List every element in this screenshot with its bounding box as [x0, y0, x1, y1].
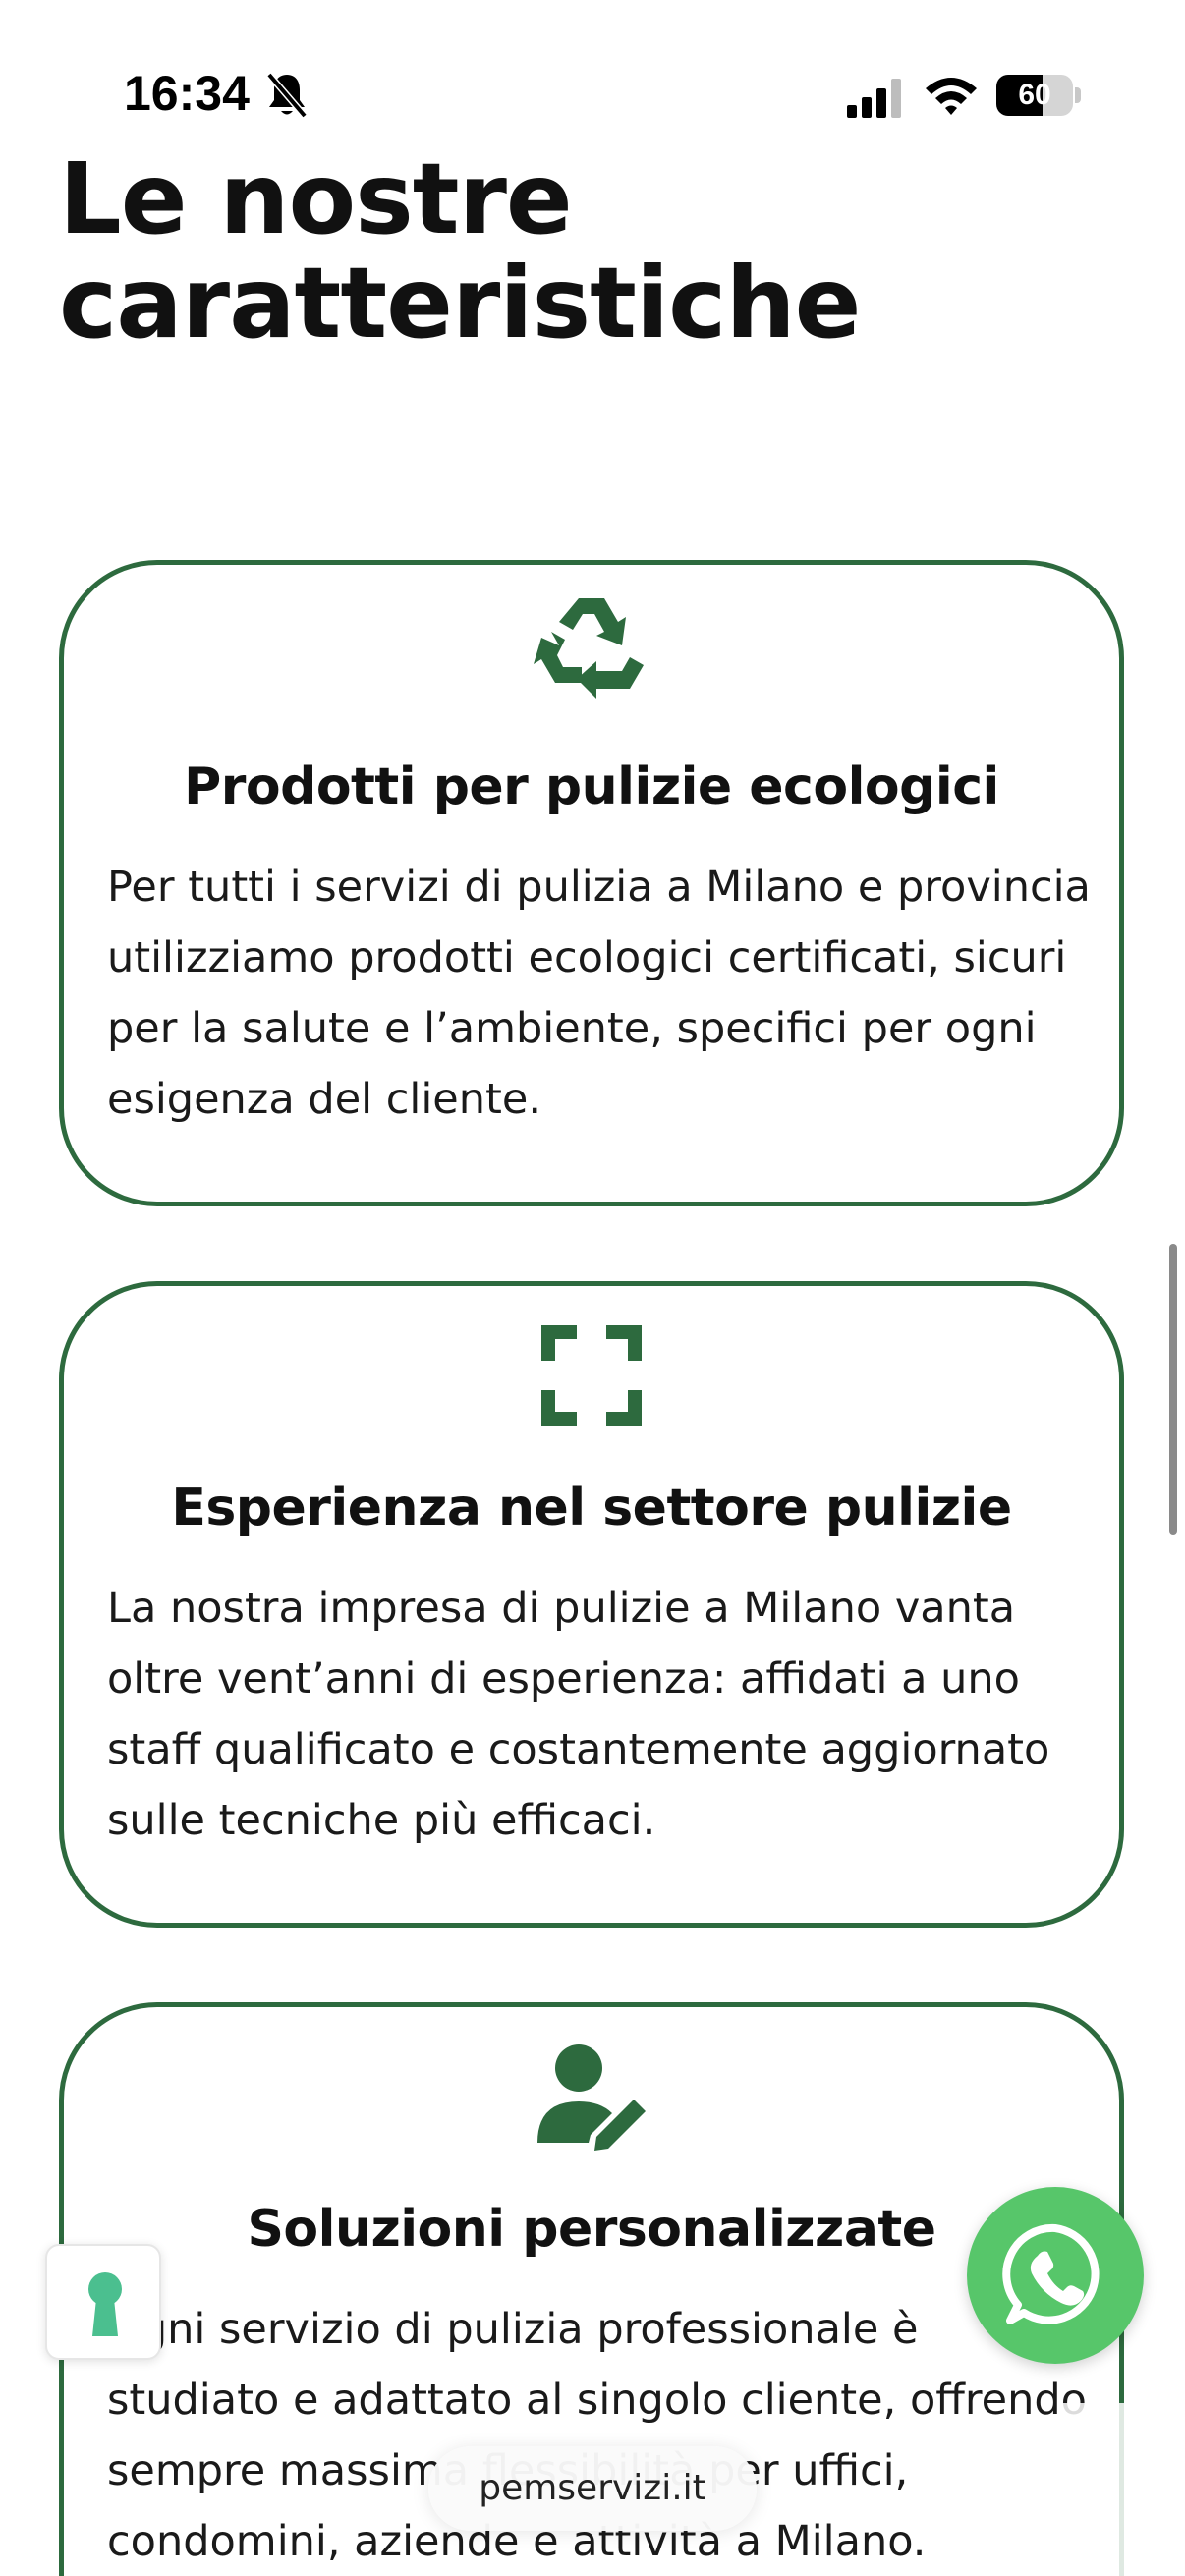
battery-percentage: 60 — [1018, 79, 1051, 111]
overlay-fade — [1061, 2403, 1185, 2576]
status-bar: 16:34 60 — [0, 0, 1185, 147]
expand-icon — [541, 1325, 642, 1426]
card-title: Esperienza nel settore pulizie — [171, 1479, 1012, 1538]
keyhole-icon — [88, 2272, 122, 2336]
recycle-icon — [534, 598, 644, 699]
feature-card-eco-products: Prodotti per pulizie ecologici Per tutti… — [59, 560, 1124, 1206]
card-title: Prodotti per pulizie ecologici — [184, 757, 999, 816]
user-edit-icon — [537, 2044, 646, 2151]
feature-card-experience: Esperienza nel settore pulizie La nostra… — [59, 1281, 1124, 1928]
cellular-signal-icon — [847, 79, 901, 118]
wifi-icon — [926, 78, 977, 115]
card-description: La nostra impresa di pulizie a Milano va… — [107, 1584, 1050, 1845]
whatsapp-icon — [1002, 2223, 1100, 2324]
card-title: Soluzioni personalizzate — [247, 2200, 936, 2259]
privacy-badge[interactable] — [45, 2244, 161, 2360]
card-description: Per tutti i servizi di pulizia a Milano … — [107, 863, 1091, 1124]
whatsapp-button[interactable] — [967, 2187, 1144, 2364]
address-bar[interactable]: pemservizi.it — [428, 2446, 757, 2531]
status-time: 16:34 — [124, 66, 250, 121]
page-title: Le nostre caratteristiche — [59, 141, 861, 361]
scrollbar-thumb[interactable] — [1169, 1244, 1177, 1535]
battery-icon: 60 — [996, 75, 1081, 116]
bell-slash-icon — [266, 72, 308, 119]
card-description: Ogni servizio di pulizia professionale è… — [107, 2305, 1087, 2566]
